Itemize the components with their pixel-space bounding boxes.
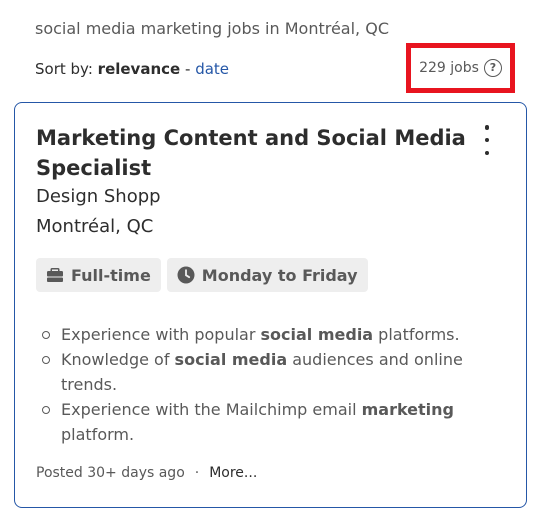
schedule-tag: Monday to Friday [166,258,368,292]
job-location: Montréal, QC [36,216,154,237]
footer-separator: · [194,465,200,481]
snippet-item: Knowledge of social media audiences and … [42,347,496,397]
sort-controls: Sort by: relevance - date [35,60,229,78]
job-card[interactable]: Marketing Content and Social Media Speci… [14,102,527,508]
sort-by-date-link[interactable]: date [195,60,229,78]
jobs-count-highlight: 229 jobs ? [406,43,515,93]
sort-relevance: relevance [97,60,181,78]
schedule-label: Monday to Friday [201,265,358,285]
help-icon[interactable]: ? [483,59,502,77]
sort-separator: - [184,60,191,78]
job-title[interactable]: Marketing Content and Social Media Speci… [36,123,466,183]
posted-date: Posted 30+ days ago [36,465,185,481]
clock-icon [177,266,195,284]
job-footer: Posted 30+ days ago · More... [36,465,257,481]
job-attributes: Full-time Monday to Friday [36,258,368,292]
more-link[interactable]: More... [209,465,257,481]
company-name: Design Shopp [36,186,161,207]
job-type-label: Full-time [71,265,151,285]
briefcase-icon [47,268,63,282]
job-type-tag: Full-time [36,258,161,292]
search-summary: social media marketing jobs in Montréal,… [35,19,389,38]
sort-label: Sort by: [35,60,93,78]
snippet-item: Experience with popular social media pla… [42,322,496,347]
jobs-count: 229 jobs [419,60,479,76]
snippet-item: Experience with the Mailchimp email mark… [42,397,496,447]
more-options-icon[interactable] [477,125,497,155]
job-snippet: Experience with popular social media pla… [36,322,496,447]
